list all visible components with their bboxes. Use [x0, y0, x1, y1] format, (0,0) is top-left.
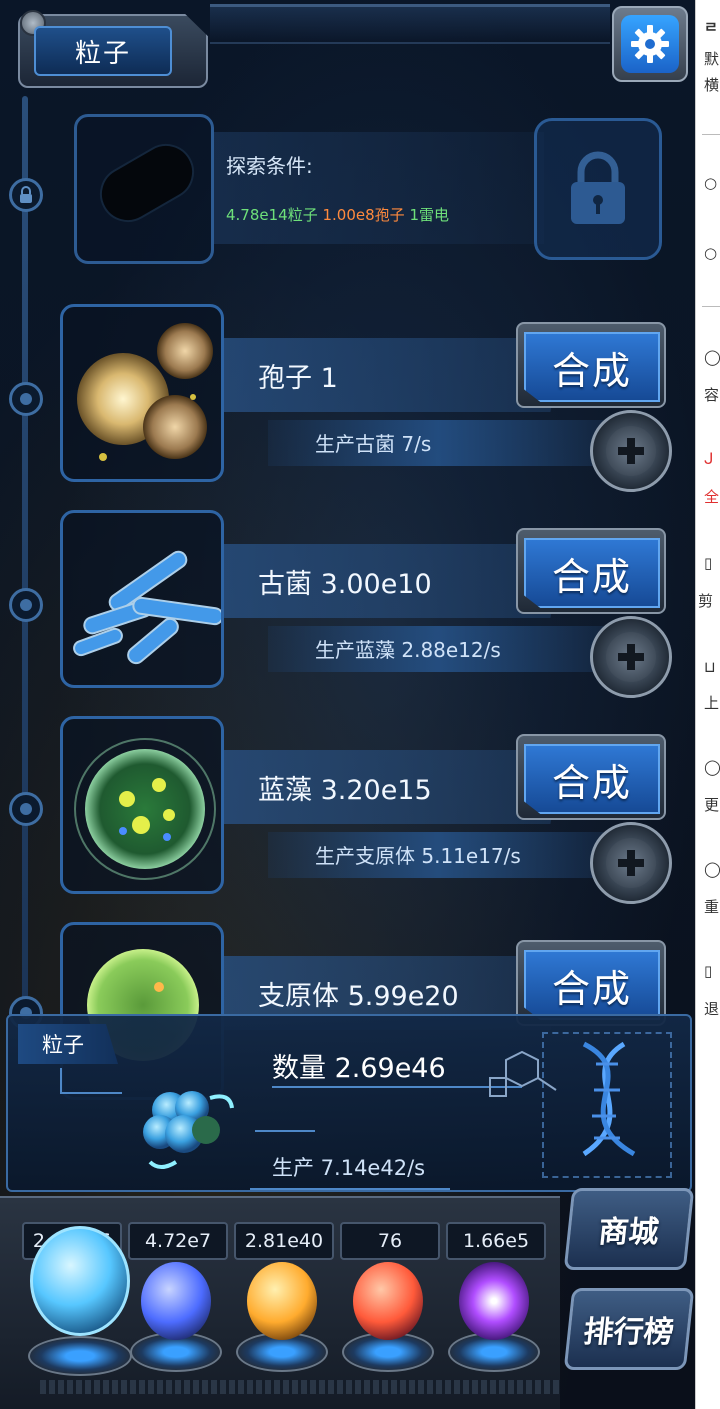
molecule-icon: [489, 1050, 557, 1097]
system-side-panel: ㄹ 默 横 ○ ○ ◯ 容 ᒍ 全 ▯ 剪 ⊔ 上 ◯ 更 ◯ 重 ▯ 退: [695, 0, 720, 1409]
info-panel-tag: 粒子: [18, 1024, 118, 1064]
leaderboard-button-label: 排行榜: [581, 1315, 676, 1350]
creature-name: 古菌 3.00e10: [258, 569, 432, 600]
creature-production: 生产支原体 5.11e17/s: [315, 844, 521, 868]
side-circle-icon: ◯: [704, 348, 720, 366]
locked-creature-row: 探索条件: 4.78e14粒子 1.00e8孢子 1雷电: [74, 114, 664, 264]
requirement-spores: 1.00e8孢子: [322, 206, 405, 224]
top-frame-decoration: [210, 4, 610, 44]
side-upload-icon: ⊔: [704, 658, 716, 676]
resource-value-thunder: 4.72e7: [128, 1222, 228, 1260]
explore-condition-label: 探索条件:: [226, 154, 313, 178]
spore-illustration: [77, 323, 213, 461]
side-top-icon: ㄹ: [704, 18, 718, 36]
lock-icon: [20, 186, 32, 203]
side-square-icon: ▯: [704, 554, 713, 572]
gear-icon: [631, 25, 669, 63]
side-label-1[interactable]: 横: [704, 78, 719, 93]
synthesize-label: 合成: [551, 760, 632, 805]
creature-row-spore: 孢子 1 生产古菌 7/s 合成: [60, 304, 672, 492]
plus-icon: [618, 644, 644, 670]
requirement-thunder: 1雷电: [409, 206, 449, 224]
side-circle-icon: ○: [704, 244, 718, 262]
fire-orb-button[interactable]: [230, 1262, 334, 1372]
particle-cluster-icon: [143, 1091, 234, 1169]
synthesize-button[interactable]: 合成: [516, 734, 666, 820]
side-label-6[interactable]: 更: [704, 798, 719, 813]
side-label-3[interactable]: 全: [704, 490, 719, 505]
creature-production: 生产蓝藻 2.88e12/s: [315, 638, 501, 662]
creature-image-frame: [60, 716, 224, 894]
padlock-icon: [571, 151, 625, 224]
requirement-particles: 4.78e14粒子: [226, 206, 318, 224]
thunder-orb-button[interactable]: [124, 1262, 228, 1372]
settings-button[interactable]: [612, 6, 688, 82]
shop-button-label: 商城: [596, 1215, 661, 1250]
brain-orb-button[interactable]: [336, 1262, 440, 1372]
progress-rail: [22, 96, 28, 1016]
rail-node: [9, 792, 43, 826]
upgrade-plus-button[interactable]: [590, 410, 672, 492]
creature-image-frame: [60, 304, 224, 482]
resource-value-fire: 2.81e40: [234, 1222, 334, 1260]
synthesize-button[interactable]: 合成: [516, 528, 666, 614]
side-square-icon: ▯: [704, 962, 713, 980]
unknown-creature-silhouette: [89, 133, 205, 233]
leaderboard-button[interactable]: 排行榜: [563, 1288, 695, 1370]
creature-production: 生产古菌 7/s: [315, 432, 432, 456]
plus-icon: [618, 438, 644, 464]
side-red-icon: ᒍ: [704, 450, 714, 468]
side-label-7[interactable]: 重: [704, 900, 719, 915]
bottom-vent-strip: [40, 1380, 560, 1394]
page-title: 粒子: [34, 26, 172, 76]
side-label-5[interactable]: 上: [704, 696, 719, 711]
synthesize-label: 合成: [551, 966, 632, 1011]
creature-name: 孢子 1: [258, 363, 338, 394]
creature-image-frame: [60, 510, 224, 688]
creature-name: 支原体 5.99e20: [258, 981, 459, 1012]
resource-value-brain: 76: [340, 1222, 440, 1260]
shop-button[interactable]: 商城: [563, 1188, 695, 1270]
side-label-0[interactable]: 默: [704, 52, 719, 67]
upgrade-plus-button[interactable]: [590, 822, 672, 904]
side-label-2[interactable]: 容: [704, 388, 719, 403]
plus-icon: [618, 850, 644, 876]
resource-value-vortex: 1.66e5: [446, 1222, 546, 1260]
explore-requirements: 4.78e14粒子 1.00e8孢子 1雷电: [226, 204, 449, 225]
upgrade-plus-button[interactable]: [590, 616, 672, 698]
info-panel-tag-text: 粒子: [42, 1033, 84, 1057]
creature-row-cyanobacteria: 蓝藻 3.20e15 生产支原体 5.11e17/s 合成: [60, 716, 672, 904]
vortex-orb-icon: [459, 1262, 529, 1340]
vortex-orb-button[interactable]: [442, 1262, 546, 1372]
brain-orb-icon: [353, 1262, 423, 1340]
fire-orb-icon: [247, 1262, 317, 1340]
rail-node: [9, 588, 43, 622]
side-circle-icon: ○: [704, 174, 718, 192]
side-circle-icon: ◯: [704, 758, 720, 776]
synthesize-button[interactable]: 合成: [516, 322, 666, 408]
synthesize-label: 合成: [551, 348, 632, 393]
side-label-8[interactable]: 退: [704, 1002, 719, 1017]
locked-creature-frame: [74, 114, 214, 264]
rail-lock-node: [9, 178, 43, 212]
particle-production: 生产 7.14e42/s: [272, 1156, 426, 1180]
archaea-illustration: [73, 550, 221, 665]
thunder-orb-icon: [141, 1262, 211, 1340]
side-circle-icon: ◯: [704, 860, 720, 878]
game-screen: 粒子 探索条件: 4.78e14粒子 1.00e8孢子 1雷电 孢子 1 生产古…: [0, 0, 695, 1409]
creature-name: 蓝藻 3.20e15: [258, 775, 432, 806]
side-label-4[interactable]: 剪: [698, 594, 713, 609]
cyanobacteria-illustration: [74, 738, 216, 880]
particle-orb-icon: [30, 1226, 130, 1336]
creature-row-archaea: 古菌 3.00e10 生产蓝藻 2.88e12/s 合成: [60, 510, 672, 698]
rail-node: [9, 382, 43, 416]
page-title-text: 粒子: [74, 38, 131, 69]
particle-orb-button[interactable]: [20, 1226, 140, 1376]
synthesize-label: 合成: [551, 554, 632, 599]
particle-count: 数量 2.69e46: [272, 1053, 446, 1084]
locked-unlock-slot[interactable]: [534, 118, 662, 260]
